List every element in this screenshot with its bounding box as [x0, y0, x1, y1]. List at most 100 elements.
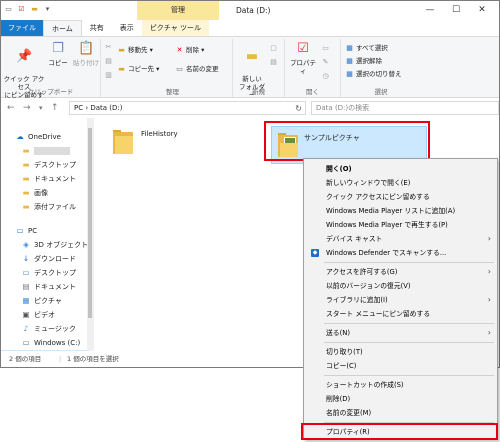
menu-item[interactable]: ショートカットの作成(S) [306, 378, 495, 392]
menu-item[interactable]: 開く(O) [306, 162, 495, 176]
menu-item[interactable]: 切り取り(T) [306, 345, 495, 359]
recent-dropdown-icon[interactable]: ▾ [39, 102, 43, 114]
tab-view[interactable]: 表示 [112, 20, 142, 36]
menu-item-label: Windows Media Player リストに追加(A) [326, 207, 456, 215]
customize-dropdown-icon[interactable]: ▾ [43, 5, 52, 14]
menu-item[interactable]: 新しいウィンドウで開く(E) [306, 176, 495, 190]
menu-item-label: 以前のバージョンの復元(V) [326, 282, 411, 290]
nav-item[interactable]: ↓ ダウンロード [1, 252, 87, 265]
menu-item[interactable]: 以前のバージョンの復元(V) [306, 279, 495, 293]
redacted-label [34, 147, 70, 155]
tab-share[interactable]: 共有 [82, 20, 112, 36]
move-to-button[interactable]: ▬ 移動先 ▾ [117, 45, 153, 56]
menu-item-label: 削除(D) [326, 395, 351, 403]
submenu-arrow-icon: › [487, 328, 491, 337]
nav-item-label: OneDrive [28, 133, 61, 141]
nav-item-label: ドキュメント [34, 175, 76, 183]
history-button[interactable]: ◷ [321, 71, 332, 82]
invert-selection-label: 選択の切り替え [356, 70, 402, 78]
invert-selection-button[interactable]: ▦ 選択の切り替え [345, 69, 402, 80]
submenu-arrow-icon: › [487, 234, 491, 243]
folder-item-filehistory[interactable]: FileHistory [111, 128, 221, 166]
3d-objects-icon: ◈ [23, 240, 29, 249]
nav-item[interactable]: ▬ 添付ファイル [1, 200, 87, 213]
nav-item[interactable]: ▭ デスクトップ [1, 266, 87, 279]
nav-item[interactable]: ▤ ドキュメント [1, 280, 87, 293]
menu-item[interactable]: ライブラリに追加(I) › [306, 293, 495, 307]
properties-check-icon[interactable]: ☑ [17, 5, 26, 14]
delete-button[interactable]: ✕ 削除 ▾ [175, 45, 205, 56]
select-none-button[interactable]: ▦ 選択解除 [345, 56, 382, 67]
tab-home[interactable]: ホーム [43, 20, 82, 36]
copy-to-button[interactable]: ▬ コピー先 ▾ [117, 64, 159, 75]
nav-item[interactable]: ▬ デスクトップ [1, 158, 87, 171]
downloads-icon: ↓ [22, 254, 30, 263]
up-arrow-icon[interactable]: ↑ [51, 102, 59, 114]
minimize-button[interactable]: — [417, 1, 443, 20]
menu-item[interactable]: デバイス キャスト › [306, 232, 495, 246]
easy-access-button[interactable]: ▤ [269, 57, 280, 68]
menu-item[interactable]: 名前の変更(M) [306, 406, 495, 420]
edit-button[interactable]: ✎ [321, 57, 332, 68]
menu-item[interactable]: 送る(N) › [306, 326, 495, 340]
delete-icon: ✕ [176, 46, 183, 54]
copy-button[interactable]: ❐ コピー [47, 41, 69, 67]
maximize-button[interactable]: ☐ [443, 1, 469, 20]
menu-item[interactable]: クイック アクセスにピン留めする [306, 190, 495, 204]
open-button[interactable]: ▭ [321, 43, 332, 54]
new-item-button[interactable]: ▢ [269, 43, 280, 54]
status-divider: | [59, 355, 62, 363]
tab-picture-tools[interactable]: ピクチャ ツール [141, 20, 209, 36]
address-path: PC › Data (D:) [74, 104, 123, 112]
open-group: ☑ プロパティ ▭ ✎ ◷ 開く [285, 39, 341, 97]
forward-arrow-icon[interactable]: → [23, 102, 31, 114]
close-button[interactable]: ✕ [469, 1, 495, 20]
menu-item[interactable]: Windows Media Player リストに追加(A) [306, 204, 495, 218]
nav-item[interactable]: ▭ PC [1, 224, 87, 237]
ribbon: 📌 クイック アクセス にピン留めする ❐ コピー 📋 貼り付け クリップボード… [1, 36, 499, 107]
history-icon: ◷ [322, 72, 329, 80]
documents-icon: ▤ [22, 282, 30, 291]
submenu-arrow-icon: › [487, 295, 491, 304]
menu-item-label: アクセスを許可する(G) [326, 268, 398, 276]
nav-item[interactable]: ☁ OneDrive [1, 130, 87, 143]
nav-item-label: 添付ファイル [34, 203, 76, 211]
search-placeholder: Data (D:)の検索 [316, 104, 370, 112]
nav-item[interactable]: ♪ ミュージック [1, 322, 87, 335]
menu-item[interactable]: Windows Media Player で再生する(P) [306, 218, 495, 232]
new-group: ▬ 新しい フォルダー ▢ ▤ 新規 [233, 39, 285, 99]
nav-scrollbar-thumb[interactable] [88, 128, 92, 318]
nav-item[interactable]: ◈ 3D オブジェクト [1, 238, 88, 251]
back-arrow-icon[interactable]: ← [7, 102, 15, 114]
scissors-icon: ✂ [105, 43, 112, 51]
refresh-icon[interactable]: ↻ [295, 102, 302, 115]
nav-item[interactable]: ▬ 画像 [1, 186, 87, 199]
menu-item[interactable]: コピー(C) [306, 359, 495, 373]
navigation-pane: ☁ OneDrive ▬ ▬ デスクトップ ▬ ドキュメント ▬ 画像 ▬ 添付ファイル ▭ PC ◈ 3D… [1, 118, 94, 363]
search-box[interactable]: Data (D:)の検索 [311, 101, 499, 115]
tab-file[interactable]: ファイル [1, 20, 43, 36]
copy-path-icon: ▤ [105, 57, 112, 65]
rename-button[interactable]: ▭ 名前の変更 [175, 64, 218, 75]
address-bar[interactable]: PC › Data (D:) ↻ [69, 101, 306, 115]
selection-count: 1 個の項目を選択 [67, 355, 119, 363]
paste-icon: 📋 [78, 41, 95, 56]
nav-scrollbar[interactable] [87, 118, 93, 351]
nav-item[interactable]: ▬ [1, 144, 87, 157]
new-folder-icon[interactable]: ▬ [30, 5, 39, 14]
menu-item[interactable]: 削除(D) [306, 392, 495, 406]
nav-item[interactable]: ▭ Windows (C:) [1, 336, 87, 349]
paste-button[interactable]: 📋 貼り付け [73, 41, 99, 67]
nav-item[interactable]: ▦ ピクチャ [1, 294, 87, 307]
menu-item[interactable]: アクセスを許可する(G) › [306, 265, 495, 279]
rename-icon: ▭ [176, 65, 183, 73]
nav-item[interactable]: ▬ ドキュメント [1, 172, 87, 185]
window-title: Data (D:) [236, 6, 271, 15]
menu-item[interactable]: ◆ Windows Defender でスキャンする... [306, 246, 495, 260]
select-all-button[interactable]: ▦ すべて選択 [345, 43, 388, 54]
menu-item[interactable]: スタート メニューにピン留めする [306, 307, 495, 321]
menu-item-label: クイック アクセスにピン留めする [326, 193, 430, 201]
nav-item[interactable]: ▣ ビデオ [1, 308, 87, 321]
properties-button[interactable]: ☑ プロパティ [287, 41, 319, 75]
properties-label: プロパティ [290, 59, 316, 75]
